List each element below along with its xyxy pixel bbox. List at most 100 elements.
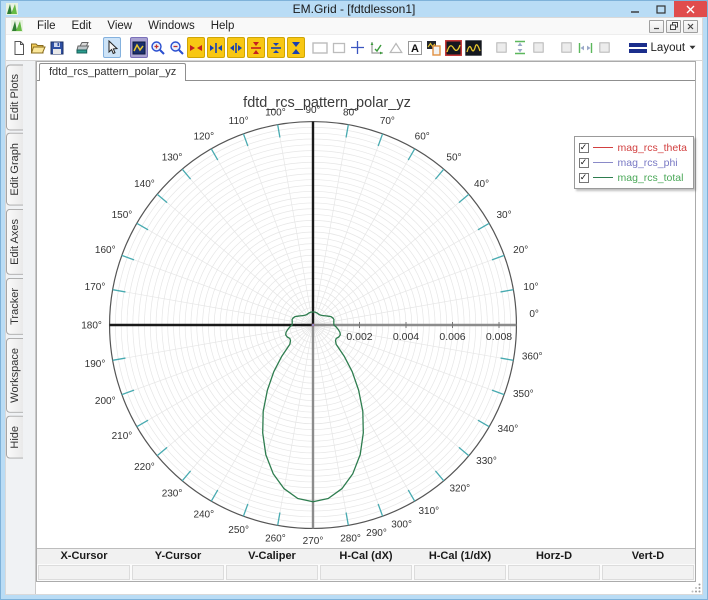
- mdi-minimize-button[interactable]: [649, 19, 664, 33]
- printer-icon: [76, 41, 90, 53]
- sidebar-tab-tracker[interactable]: Tracker: [6, 277, 23, 335]
- radial-tick-label: 0.008: [486, 331, 512, 343]
- layout-icon: [628, 42, 647, 53]
- angle-label: 340°: [498, 424, 519, 435]
- crosshair-button[interactable]: [349, 37, 367, 58]
- angle-tick: [136, 222, 149, 231]
- layout-dropdown-button[interactable]: Layout: [623, 40, 703, 56]
- angle-label: 50°: [446, 153, 461, 164]
- angle-label: 270°: [303, 536, 324, 547]
- stretch-y-icon: [270, 42, 281, 53]
- checkbox-disabled-icon: [598, 42, 610, 53]
- plot-style-active-button[interactable]: [444, 37, 463, 58]
- svg-text:A: A: [411, 43, 419, 55]
- angle-label: 200°: [95, 396, 116, 407]
- angle-label: 120°: [193, 131, 214, 142]
- angle-tick: [210, 148, 219, 161]
- close-button[interactable]: [674, 1, 707, 17]
- angle-label: 70°: [380, 116, 395, 127]
- angle-tick: [477, 222, 490, 231]
- angle-label: 180°: [81, 321, 102, 332]
- menu-view[interactable]: View: [99, 19, 140, 33]
- maximize-button[interactable]: [648, 1, 674, 17]
- menu-file[interactable]: File: [29, 19, 64, 33]
- angle-tick: [477, 419, 490, 428]
- menu-windows[interactable]: Windows: [140, 19, 203, 33]
- legend-line-sample: [592, 177, 613, 178]
- sidebar-tab-workspace[interactable]: Workspace: [6, 337, 23, 413]
- toolbar: A Layout: [6, 35, 702, 61]
- legend-checkbox[interactable]: ✓: [578, 157, 589, 168]
- new-file-button[interactable]: [10, 37, 28, 58]
- zoom-window-small-button[interactable]: [330, 37, 348, 58]
- angle-label: 210°: [112, 431, 133, 442]
- mdi-close-button[interactable]: [683, 19, 698, 33]
- mdi-restore-button[interactable]: [666, 19, 681, 33]
- angle-label: 100°: [265, 107, 286, 118]
- legend-checkbox[interactable]: ✓: [578, 142, 589, 153]
- v-link-left-checkbox[interactable]: [492, 37, 510, 58]
- select-tool-button[interactable]: [102, 37, 121, 58]
- waveform-red-border-icon: [444, 39, 462, 56]
- sidebar-tab-hide[interactable]: Hide: [6, 415, 23, 459]
- crosshair-icon: [351, 41, 365, 54]
- angle-tick: [112, 289, 126, 293]
- compress-x-button[interactable]: [226, 37, 245, 58]
- angle-tick: [407, 489, 416, 502]
- angle-label: 10°: [523, 282, 538, 293]
- minimize-button[interactable]: [622, 1, 648, 17]
- document-tab[interactable]: fdtd_rcs_pattern_polar_yz: [39, 63, 187, 81]
- menu-edit[interactable]: Edit: [64, 19, 100, 33]
- status-value-cell: [602, 565, 694, 580]
- angle-label: 40°: [474, 179, 489, 190]
- zoom-box-tool-button[interactable]: [130, 37, 149, 58]
- sidebar-tab-edit-graph[interactable]: Edit Graph: [6, 133, 23, 207]
- compress-y-button[interactable]: [286, 37, 305, 58]
- stretch-x-button[interactable]: [207, 37, 225, 58]
- sidebar-tab-edit-plots[interactable]: Edit Plots: [6, 64, 23, 131]
- legend-label: mag_rcs_phi: [617, 156, 678, 169]
- sidebar-tab-edit-axes[interactable]: Edit Axes: [6, 209, 23, 275]
- open-file-button[interactable]: [29, 37, 47, 58]
- status-value-cell: [132, 565, 224, 580]
- h-link-right-checkbox[interactable]: [595, 37, 613, 58]
- angle-label: 280°: [340, 534, 361, 545]
- legend-checkbox[interactable]: ✓: [578, 172, 589, 183]
- window-title: EM.Grid - [fdtdlesson1]: [292, 2, 416, 16]
- zoom-in-button[interactable]: [149, 37, 167, 58]
- h-link-left-checkbox[interactable]: [557, 37, 575, 58]
- h-split-button[interactable]: [576, 37, 594, 58]
- checkbox-disabled-icon: [495, 42, 507, 53]
- expand-y-icon: [250, 41, 261, 54]
- expand-y-button[interactable]: [246, 37, 265, 58]
- angle-label: 0°: [529, 309, 539, 320]
- save-button[interactable]: [48, 37, 66, 58]
- compress-x-icon: [229, 42, 242, 53]
- compress-y-icon: [291, 41, 300, 54]
- copy-image-button[interactable]: [425, 37, 443, 58]
- print-button[interactable]: [75, 37, 93, 58]
- triangle-icon: [388, 41, 403, 53]
- angle-tick: [345, 512, 349, 526]
- v-link-right-checkbox[interactable]: [530, 37, 548, 58]
- text-annotation-button[interactable]: A: [406, 37, 424, 58]
- legend-label: mag_rcs_theta: [617, 141, 687, 154]
- h-split-arrows-icon: [578, 42, 592, 53]
- triangle-marker-button[interactable]: [387, 37, 405, 58]
- menu-help[interactable]: Help: [203, 19, 243, 33]
- plot-style-button[interactable]: [464, 37, 483, 58]
- angle-label: 150°: [112, 210, 133, 221]
- resize-grip[interactable]: [691, 583, 701, 593]
- zoom-out-button[interactable]: [168, 37, 186, 58]
- zoom-window-button[interactable]: [311, 37, 329, 58]
- status-column-label: H-Cal (1/dX): [428, 550, 492, 562]
- angle-label: 360°: [522, 351, 543, 362]
- status-column-label: H-Cal (dX): [339, 550, 393, 562]
- stretch-y-button[interactable]: [266, 37, 285, 58]
- expand-x-button[interactable]: [187, 37, 206, 58]
- legend-label: mag_rcs_total: [617, 171, 684, 184]
- polar-chart-area[interactable]: fdtd_rcs_pattern_polar_yz 0.002 0.004 0.006…: [37, 81, 695, 548]
- v-split-button[interactable]: [511, 37, 529, 58]
- calibrate-axes-button[interactable]: [368, 37, 386, 58]
- document-logo-icon: [11, 20, 23, 32]
